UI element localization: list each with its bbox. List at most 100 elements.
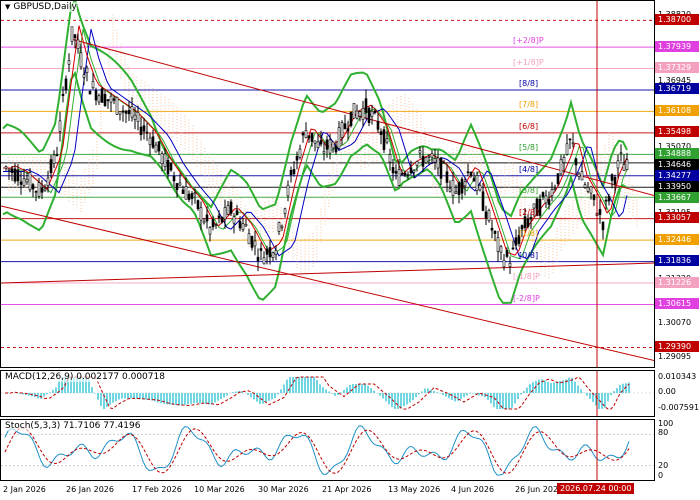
cloud-dot [444,164,446,166]
cloud-dot [84,171,86,173]
stochastic-panel[interactable]: Stoch(5,3,3) 71.7106 77.4196 [0,419,655,481]
cloud-dot [228,201,230,203]
candle-body [124,110,128,114]
cloud-dot [152,94,154,96]
cloud-dot [32,180,34,182]
time-axis-label: 21 Apr 2026 [322,485,372,494]
cloud-dot [220,203,222,205]
candle-body [505,249,509,257]
cloud-dot [304,256,306,258]
cloud-dot [328,190,330,192]
cloud-dot [232,212,234,214]
cloud-dot [172,108,174,110]
cloud-dot [328,205,330,207]
cloud-dot [532,222,534,224]
cloud-dot [572,211,574,213]
candle-body [574,158,578,166]
cloud-dot [312,238,314,240]
cloud-dot [340,143,342,145]
candle-body [592,194,596,200]
candle-body [100,88,104,103]
cloud-dot [380,119,382,121]
cloud-dot [396,118,398,120]
cloud-dot [516,182,518,184]
cloud-dot [388,104,390,106]
cloud-dot [264,222,266,224]
cloud-dot [12,177,14,179]
cloud-dot [408,97,410,99]
cloud-dot [512,174,514,176]
macd-tick: -0.007591 [658,403,700,412]
candle-body [187,193,191,200]
cloud-dot [124,64,126,66]
cloud-dot [400,125,402,127]
cloud-dot [352,139,354,141]
candle-body [367,107,371,123]
cloud-dot [612,163,614,165]
cloud-dot [292,253,294,255]
cloud-dot [496,203,498,205]
cloud-dot [88,159,90,161]
cloud-dot [424,127,426,129]
cloud-dot [180,117,182,119]
cloud-dot [188,146,190,148]
cloud-dot [564,211,566,213]
cloud-dot [232,188,234,190]
macd-panel[interactable]: MACD(12,26,9) 0.002177 0.000718 [0,370,655,417]
price-chart-panel[interactable]: ▼ GBPUSD,Daily [+2/8]P [+1/8]P [8/8] [7/8] [6… [0,0,655,368]
cloud-dot [204,169,206,171]
candle-body [133,114,137,120]
candle-body [157,141,161,152]
cloud-dot [548,277,550,279]
cloud-dot [48,154,50,156]
cloud-dot [608,153,610,155]
cloud-dot [420,135,422,137]
cloud-dot [68,173,70,175]
cloud-dot [560,237,562,239]
cloud-dot [620,172,622,174]
cloud-dot [196,133,198,135]
cloud-dot [608,138,610,140]
cloud-dot [632,191,634,193]
candle-body [544,195,548,204]
cloud-dot [248,224,250,226]
cloud-dot [348,142,350,144]
cloud-dot [148,97,150,99]
cloud-dot [164,129,166,131]
cloud-dot [364,154,366,156]
cloud-dot [420,126,422,128]
cloud-dot [264,210,266,212]
cloud-dot [272,218,274,220]
cloud-dot [512,192,514,194]
cloud-dot [304,238,306,240]
cloud-dot [8,162,10,164]
cloud-dot [568,217,570,219]
cloud-dot [92,161,94,163]
cloud-dot [540,268,542,270]
cloud-dot [128,84,130,86]
cloud-dot [28,165,30,167]
cloud-dot [568,214,570,216]
cloud-dot [112,35,114,37]
cloud-dot [244,220,246,222]
cloud-dot [368,150,370,152]
cloud-dot [588,210,590,212]
cloud-dot [188,131,190,133]
cloud-dot [624,194,626,196]
cloud-dot [232,191,234,193]
cloud-dot [560,246,562,248]
candle-body [298,148,302,158]
cloud-dot [604,145,606,147]
price-scale[interactable]: 1.388201.369451.350701.331951.313201.300… [655,0,700,368]
cloud-dot [388,128,390,130]
cloud-dot [180,123,182,125]
cloud-dot [412,121,414,123]
cloud-dot [180,111,182,113]
cloud-dot [524,201,526,203]
cloud-dot [508,177,510,179]
cloud-dot [236,199,238,201]
cloud-dot [572,217,574,219]
cloud-dot [376,144,378,146]
cloud-dot [36,189,38,191]
cloud-dot [12,156,14,158]
